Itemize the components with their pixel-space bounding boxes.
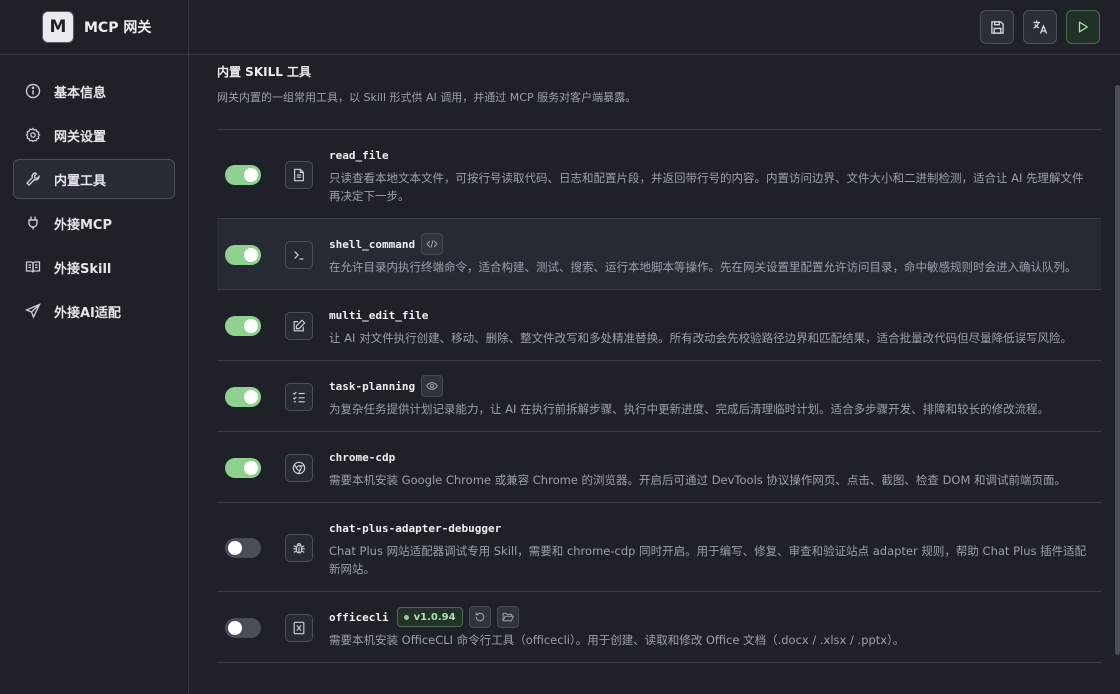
- sidebar-nav: 基本信息 网关设置 内置工具 外接MCP 外接Skill 外接AI适配: [0, 55, 188, 331]
- tool-toggle[interactable]: [225, 315, 261, 336]
- tool-text: chrome-cdp 需要本机安装 Google Chrome 或兼容 Chro…: [329, 446, 1101, 489]
- sidebar-item-label: 基本信息: [54, 85, 107, 101]
- tool-toggle[interactable]: [225, 386, 261, 407]
- toggle-knob: [244, 318, 258, 333]
- toggle-knob: [244, 389, 258, 404]
- bug-icon: [285, 533, 313, 562]
- tool-text: officecli v1.0.94 需要本机安装 OfficeCLI 命令行工具…: [329, 606, 1101, 649]
- tool-description: Chat Plus 网站适配器调试专用 Skill，需要和 chrome-cdp…: [329, 544, 1087, 576]
- section-description: 网关内置的一组常用工具，以 Skill 形式供 AI 调用，并通过 MCP 服务…: [217, 91, 637, 104]
- tool-description: 只读查看本地文本文件，可按行号读取代码、日志和配置片段，并返回带行号的内容。内置…: [329, 171, 1084, 203]
- office-icon: [285, 613, 313, 642]
- builtin-tools-section: 内置 SKILL 工具 网关内置的一组常用工具，以 Skill 形式供 AI 调…: [217, 55, 1101, 694]
- tool-text: read_file 只读查看本地文本文件，可按行号读取代码、日志和配置片段，并返…: [329, 144, 1101, 205]
- chrome-icon: [285, 453, 313, 482]
- play-icon: [1076, 20, 1090, 34]
- tool-row-officecli: officecli v1.0.94 需要本机安装 OfficeCLI 命令行工具…: [217, 592, 1101, 663]
- sidebar-item-label: 外接MCP: [54, 217, 113, 233]
- sidebar-item-label: 网关设置: [54, 129, 107, 145]
- tool-row-chat-plus-adapter-debugger: chat-plus-adapter-debugger Chat Plus 网站适…: [217, 503, 1101, 592]
- app-logo: M: [42, 11, 74, 43]
- tool-text: multi_edit_file 让 AI 对文件执行创建、移动、删除、整文件改写…: [329, 304, 1101, 347]
- terminal-icon: [285, 240, 313, 269]
- sidebar-item-builtin-tools[interactable]: 内置工具: [13, 159, 175, 199]
- scrollbar[interactable]: [1115, 85, 1120, 655]
- tool-name: chat-plus-adapter-debugger: [329, 521, 502, 535]
- section-title: 内置 SKILL 工具: [217, 65, 312, 79]
- sidebar-item-label: 外接AI适配: [54, 305, 121, 321]
- tool-text: chat-plus-adapter-debugger Chat Plus 网站适…: [329, 517, 1101, 578]
- sidebar-item-label: 内置工具: [54, 173, 107, 189]
- tool-toggle[interactable]: [225, 537, 261, 558]
- tool-name: multi_edit_file: [329, 308, 429, 322]
- book-icon: [25, 259, 41, 275]
- sidebar-item-basic-info[interactable]: 基本信息: [13, 71, 175, 111]
- tool-toggle[interactable]: [225, 457, 261, 478]
- tool-row-chrome-cdp: chrome-cdp 需要本机安装 Google Chrome 或兼容 Chro…: [217, 432, 1101, 503]
- gear-icon: [25, 127, 41, 143]
- translate-icon: [1032, 19, 1048, 35]
- sidebar-item-external-skill[interactable]: 外接Skill: [13, 247, 175, 287]
- file-text-icon: [285, 160, 313, 189]
- save-button[interactable]: [980, 10, 1014, 44]
- plug-icon: [25, 215, 41, 231]
- tool-description: 在允许目录内执行终端命令，适合构建、测试、搜索、运行本地脚本等操作。先在网关设置…: [329, 260, 1077, 274]
- checklist-icon: [285, 382, 313, 411]
- toggle-knob: [244, 247, 258, 262]
- tool-toggle[interactable]: [225, 164, 261, 185]
- tool-text: task-planning 为复杂任务提供计划记录能力，让 AI 在执行前拆解步…: [329, 375, 1101, 418]
- tool-description: 为复杂任务提供计划记录能力，让 AI 在执行前拆解步骤、执行中更新进度、完成后清…: [329, 402, 1050, 416]
- sidebar-item-label: 外接Skill: [54, 261, 112, 277]
- toggle-knob: [228, 540, 242, 555]
- version-badge: v1.0.94: [396, 607, 463, 627]
- sidebar: M MCP 网关 基本信息 网关设置 内置工具 外接MCP 外接Skill 外接…: [0, 0, 189, 694]
- eye-icon[interactable]: [421, 375, 444, 397]
- tool-description: 需要本机安装 Google Chrome 或兼容 Chrome 的浏览器。开启后…: [329, 473, 1067, 487]
- folder-open-icon[interactable]: [496, 606, 519, 628]
- toggle-knob: [228, 620, 242, 635]
- edit-icon: [285, 311, 313, 340]
- app-window: M MCP 网关 基本信息 网关设置 内置工具 外接MCP 外接Skill 外接…: [0, 0, 1120, 694]
- app-title: MCP 网关: [84, 20, 152, 36]
- sidebar-item-gateway-settings[interactable]: 网关设置: [13, 115, 175, 155]
- tool-row-task-planning: task-planning 为复杂任务提供计划记录能力，让 AI 在执行前拆解步…: [217, 361, 1101, 432]
- tool-toggle[interactable]: [225, 617, 261, 638]
- code-icon[interactable]: [421, 233, 444, 255]
- toggle-knob: [244, 460, 258, 475]
- tool-name: shell_command: [329, 237, 416, 251]
- sidebar-item-external-ai-adapter[interactable]: 外接AI适配: [13, 291, 175, 331]
- tool-name: chrome-cdp: [329, 450, 396, 464]
- wrench-icon: [25, 171, 41, 187]
- tool-description: 需要本机安装 OfficeCLI 命令行工具（officecli）。用于创建、读…: [329, 633, 905, 647]
- info-icon: [25, 83, 41, 99]
- tool-row-read-file: read_file 只读查看本地文本文件，可按行号读取代码、日志和配置片段，并返…: [217, 130, 1101, 219]
- main-panel: 内置 SKILL 工具 网关内置的一组常用工具，以 Skill 形式供 AI 调…: [189, 0, 1120, 694]
- toggle-knob: [244, 167, 258, 182]
- save-icon: [990, 20, 1005, 35]
- tool-row-multi-edit-file: multi_edit_file 让 AI 对文件执行创建、移动、删除、整文件改写…: [217, 290, 1101, 361]
- language-button[interactable]: [1023, 10, 1057, 44]
- tool-row-shell-command: shell_command 在允许目录内执行终端命令，适合构建、测试、搜索、运行…: [217, 219, 1101, 290]
- tool-text: shell_command 在允许目录内执行终端命令，适合构建、测试、搜索、运行…: [329, 233, 1101, 276]
- send-icon: [25, 303, 41, 319]
- tool-toggle[interactable]: [225, 244, 261, 265]
- version-label: v1.0.94: [413, 611, 456, 623]
- status-dot: [403, 614, 409, 620]
- top-toolbar: [189, 0, 1120, 55]
- refresh-icon[interactable]: [468, 606, 491, 628]
- tool-name: officecli: [329, 610, 389, 624]
- brand: M MCP 网关: [0, 0, 188, 55]
- tool-list: read_file 只读查看本地文本文件，可按行号读取代码、日志和配置片段，并返…: [217, 129, 1101, 663]
- sidebar-item-external-mcp[interactable]: 外接MCP: [13, 203, 175, 243]
- run-button[interactable]: [1066, 10, 1100, 44]
- tool-name: read_file: [329, 148, 389, 162]
- tool-name: task-planning: [329, 379, 416, 393]
- tool-description: 让 AI 对文件执行创建、移动、删除、整文件改写和多处精准替换。所有改动会先校验…: [329, 331, 1073, 345]
